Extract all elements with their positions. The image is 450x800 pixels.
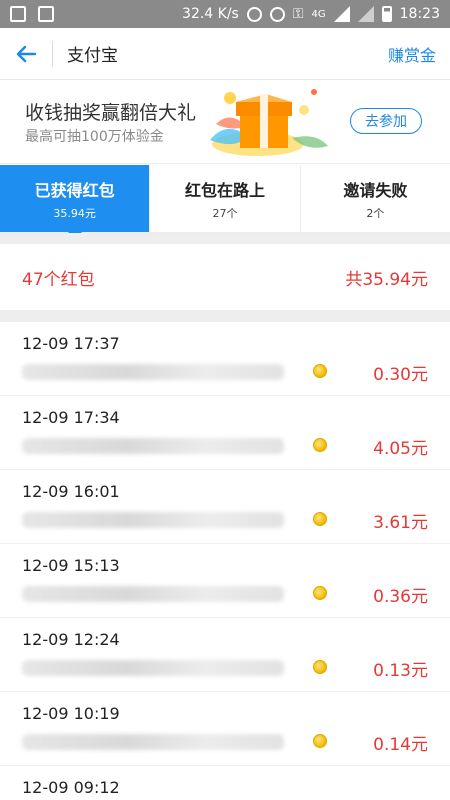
signal-icon [333, 6, 350, 22]
vpn-icon [246, 6, 262, 22]
record-amount: 4.05元 [373, 439, 428, 459]
record-description-blurred [22, 586, 284, 602]
tab-invite-failed-label: 邀请失败 [343, 180, 408, 200]
summary-bar: 47个红包 共35.94元 [0, 244, 450, 310]
status-bar: 32.4 K/s ⚿ 4G 18:23 [0, 0, 450, 28]
list-item[interactable]: 12-09 12:24 0.13元 [0, 618, 450, 692]
record-amount: 0.36元 [373, 587, 428, 607]
record-time: 12-09 17:34 [22, 408, 120, 427]
record-time: 12-09 12:24 [22, 630, 120, 649]
record-description-blurred [22, 660, 284, 676]
image-notification-icon [38, 6, 54, 22]
record-description-blurred [22, 438, 284, 454]
back-arrow-icon [16, 45, 36, 62]
section-gap-2 [0, 310, 450, 322]
list-item[interactable]: 12-09 15:13 0.36元 [0, 544, 450, 618]
record-time: 12-09 17:37 [22, 334, 120, 353]
record-time: 12-09 09:12 [22, 778, 120, 797]
record-amount: 3.61元 [373, 513, 428, 533]
app-notification-icon [10, 6, 26, 22]
coin-icon [313, 734, 327, 748]
app-header: 支付宝 赚赏金 [0, 28, 450, 80]
record-time: 12-09 15:13 [22, 556, 120, 575]
red-packet-total: 共35.94元 [345, 269, 428, 290]
coin-icon [313, 660, 327, 674]
tab-bar: 已获得红包 35.94元 红包在路上 27个 邀请失败 2个 [0, 165, 450, 240]
record-description-blurred [22, 512, 284, 528]
record-description-blurred [22, 734, 284, 750]
list-item[interactable]: 12-09 17:34 4.05元 [0, 396, 450, 470]
banner-subtitle: 最高可抽100万体验金 [25, 129, 164, 145]
signal-icon-2 [357, 6, 374, 22]
tab-received[interactable]: 已获得红包 35.94元 [0, 165, 151, 240]
coin-icon [313, 438, 327, 452]
join-button[interactable]: 去参加 [350, 108, 422, 134]
list-item[interactable]: 12-09 09:12 [0, 766, 450, 800]
record-time: 12-09 10:19 [22, 704, 120, 723]
clock: 18:23 [399, 6, 440, 22]
gift-box-illustration [210, 89, 328, 156]
coin-icon [313, 586, 327, 600]
network-speed: 32.4 K/s [182, 6, 239, 22]
list-item[interactable]: 12-09 17:37 0.30元 [0, 322, 450, 396]
tab-on-the-way[interactable]: 红包在路上 27个 [150, 165, 301, 232]
record-description-blurred [22, 364, 284, 380]
battery-icon [381, 6, 392, 22]
red-packet-count: 47个红包 [22, 269, 95, 290]
coin-icon [313, 364, 327, 378]
header-divider [52, 40, 53, 67]
record-amount: 0.30元 [373, 365, 428, 385]
coin-icon [313, 512, 327, 526]
banner-title: 收钱抽奖赢翻倍大礼 [25, 102, 197, 124]
tab-invite-failed[interactable]: 邀请失败 2个 [301, 165, 450, 232]
section-gap [0, 233, 450, 244]
list-item[interactable]: 12-09 10:19 0.14元 [0, 692, 450, 766]
tab-received-count: 35.94元 [53, 206, 96, 220]
record-time: 12-09 16:01 [22, 482, 120, 501]
network-type: 4G [311, 8, 326, 20]
back-button[interactable] [0, 28, 52, 80]
earn-reward-link[interactable]: 赚赏金 [388, 42, 436, 66]
key-icon: ⚿ [292, 6, 304, 22]
tab-received-label: 已获得红包 [34, 180, 115, 200]
tab-invite-failed-count: 2个 [366, 206, 385, 220]
alarm-icon [269, 6, 285, 22]
record-amount: 0.14元 [373, 735, 428, 755]
record-list: 12-09 17:37 0.30元 12-09 17:34 4.05元 12-0… [0, 322, 450, 800]
record-amount: 0.13元 [373, 661, 428, 681]
tab-on-the-way-count: 27个 [212, 206, 238, 220]
list-item[interactable]: 12-09 16:01 3.61元 [0, 470, 450, 544]
page-title: 支付宝 [67, 46, 118, 66]
tab-on-the-way-label: 红包在路上 [184, 180, 265, 200]
